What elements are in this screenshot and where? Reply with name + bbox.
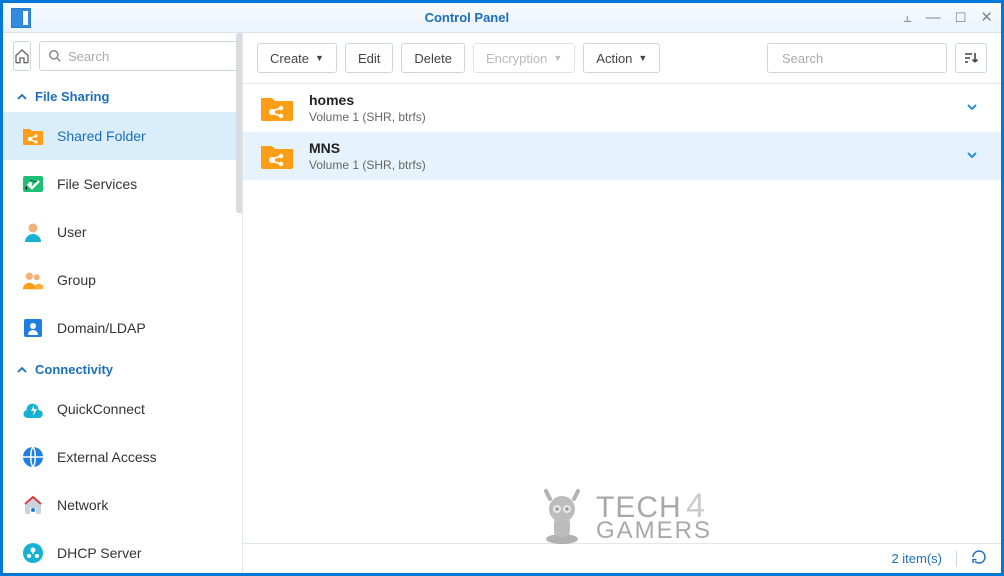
toolbar: Create ▼ Edit Delete Encryption ▼ Action… xyxy=(243,33,1001,83)
sidebar-item-label: File Services xyxy=(57,176,137,192)
shared-folder-icon xyxy=(259,93,295,123)
close-button[interactable]: ✕ xyxy=(980,10,993,25)
button-label: Encryption xyxy=(486,51,547,66)
sidebar-item-label: Group xyxy=(57,272,96,288)
shared-folder-icon xyxy=(21,124,45,148)
sidebar: File Sharing Shared Folder File Services… xyxy=(3,33,243,573)
chevron-up-icon xyxy=(17,92,27,102)
sidebar-item-user[interactable]: User xyxy=(3,208,242,256)
sidebar-item-shared-folder[interactable]: Shared Folder xyxy=(3,112,242,160)
refresh-icon xyxy=(971,549,987,565)
section-label: File Sharing xyxy=(35,89,109,104)
caret-down-icon: ▼ xyxy=(638,53,647,63)
sidebar-item-label: QuickConnect xyxy=(57,401,145,417)
caret-down-icon: ▼ xyxy=(315,53,324,63)
sidebar-search-input[interactable] xyxy=(68,49,243,64)
user-icon xyxy=(21,220,45,244)
sidebar-item-label: User xyxy=(57,224,87,240)
encryption-button: Encryption ▼ xyxy=(473,43,575,73)
item-count: 2 item(s) xyxy=(891,551,942,566)
create-button[interactable]: Create ▼ xyxy=(257,43,337,73)
folder-name: MNS xyxy=(309,140,945,156)
folder-row[interactable]: homes Volume 1 (SHR, btrfs) xyxy=(243,84,1001,132)
app-icon xyxy=(11,8,31,28)
minimize-button[interactable]: — xyxy=(926,10,941,25)
button-label: Create xyxy=(270,51,309,66)
refresh-button[interactable] xyxy=(971,549,987,568)
main-search[interactable] xyxy=(767,43,947,73)
statusbar: 2 item(s) xyxy=(243,543,1001,573)
edit-button[interactable]: Edit xyxy=(345,43,393,73)
sidebar-item-dhcp-server[interactable]: DHCP Server xyxy=(3,529,242,573)
sort-button[interactable] xyxy=(955,43,987,73)
chevron-up-icon xyxy=(17,365,27,375)
search-icon xyxy=(48,49,62,63)
sidebar-item-file-services[interactable]: File Services xyxy=(3,160,242,208)
sidebar-item-label: DHCP Server xyxy=(57,545,142,561)
network-icon xyxy=(21,493,45,517)
delete-button[interactable]: Delete xyxy=(401,43,465,73)
sidebar-item-group[interactable]: Group xyxy=(3,256,242,304)
titlebar: Control Panel ⫠ — ☐ ✕ xyxy=(3,3,1001,33)
section-file-sharing[interactable]: File Sharing xyxy=(3,79,242,112)
divider xyxy=(956,551,957,567)
section-label: Connectivity xyxy=(35,362,113,377)
expand-chevron-icon[interactable] xyxy=(959,100,985,117)
main-panel: Create ▼ Edit Delete Encryption ▼ Action… xyxy=(243,33,1001,573)
external-access-icon xyxy=(21,445,45,469)
main-search-input[interactable] xyxy=(782,51,958,66)
sidebar-item-label: External Access xyxy=(57,449,157,465)
button-label: Delete xyxy=(414,51,452,66)
shared-folder-icon xyxy=(259,141,295,171)
sidebar-item-label: Shared Folder xyxy=(57,128,146,144)
domain-ldap-icon xyxy=(21,316,45,340)
folder-subtitle: Volume 1 (SHR, btrfs) xyxy=(309,110,945,124)
folder-row[interactable]: MNS Volume 1 (SHR, btrfs) xyxy=(243,132,1001,180)
folder-name: homes xyxy=(309,92,945,108)
section-connectivity[interactable]: Connectivity xyxy=(3,352,242,385)
home-icon xyxy=(14,48,30,64)
sidebar-item-domain-ldap[interactable]: Domain/LDAP xyxy=(3,304,242,352)
dhcp-server-icon xyxy=(21,541,45,565)
file-services-icon xyxy=(21,172,45,196)
maximize-button[interactable]: ☐ xyxy=(955,11,967,24)
button-label: Edit xyxy=(358,51,380,66)
pin-icon[interactable]: ⫠ xyxy=(903,10,912,25)
action-button[interactable]: Action ▼ xyxy=(583,43,660,73)
scrollbar[interactable] xyxy=(236,33,243,213)
folder-list: homes Volume 1 (SHR, btrfs) MNS Volume 1… xyxy=(243,83,1001,543)
expand-chevron-icon[interactable] xyxy=(959,148,985,165)
sidebar-search[interactable] xyxy=(39,41,243,71)
folder-subtitle: Volume 1 (SHR, btrfs) xyxy=(309,158,945,172)
window-title: Control Panel xyxy=(31,10,903,25)
sort-icon xyxy=(963,51,979,65)
sidebar-item-quickconnect[interactable]: QuickConnect xyxy=(3,385,242,433)
group-icon xyxy=(21,268,45,292)
sidebar-item-label: Domain/LDAP xyxy=(57,320,146,336)
home-button[interactable] xyxy=(13,41,31,71)
sidebar-item-external-access[interactable]: External Access xyxy=(3,433,242,481)
sidebar-item-network[interactable]: Network xyxy=(3,481,242,529)
caret-down-icon: ▼ xyxy=(553,53,562,63)
button-label: Action xyxy=(596,51,632,66)
quickconnect-icon xyxy=(21,397,45,421)
sidebar-item-label: Network xyxy=(57,497,108,513)
